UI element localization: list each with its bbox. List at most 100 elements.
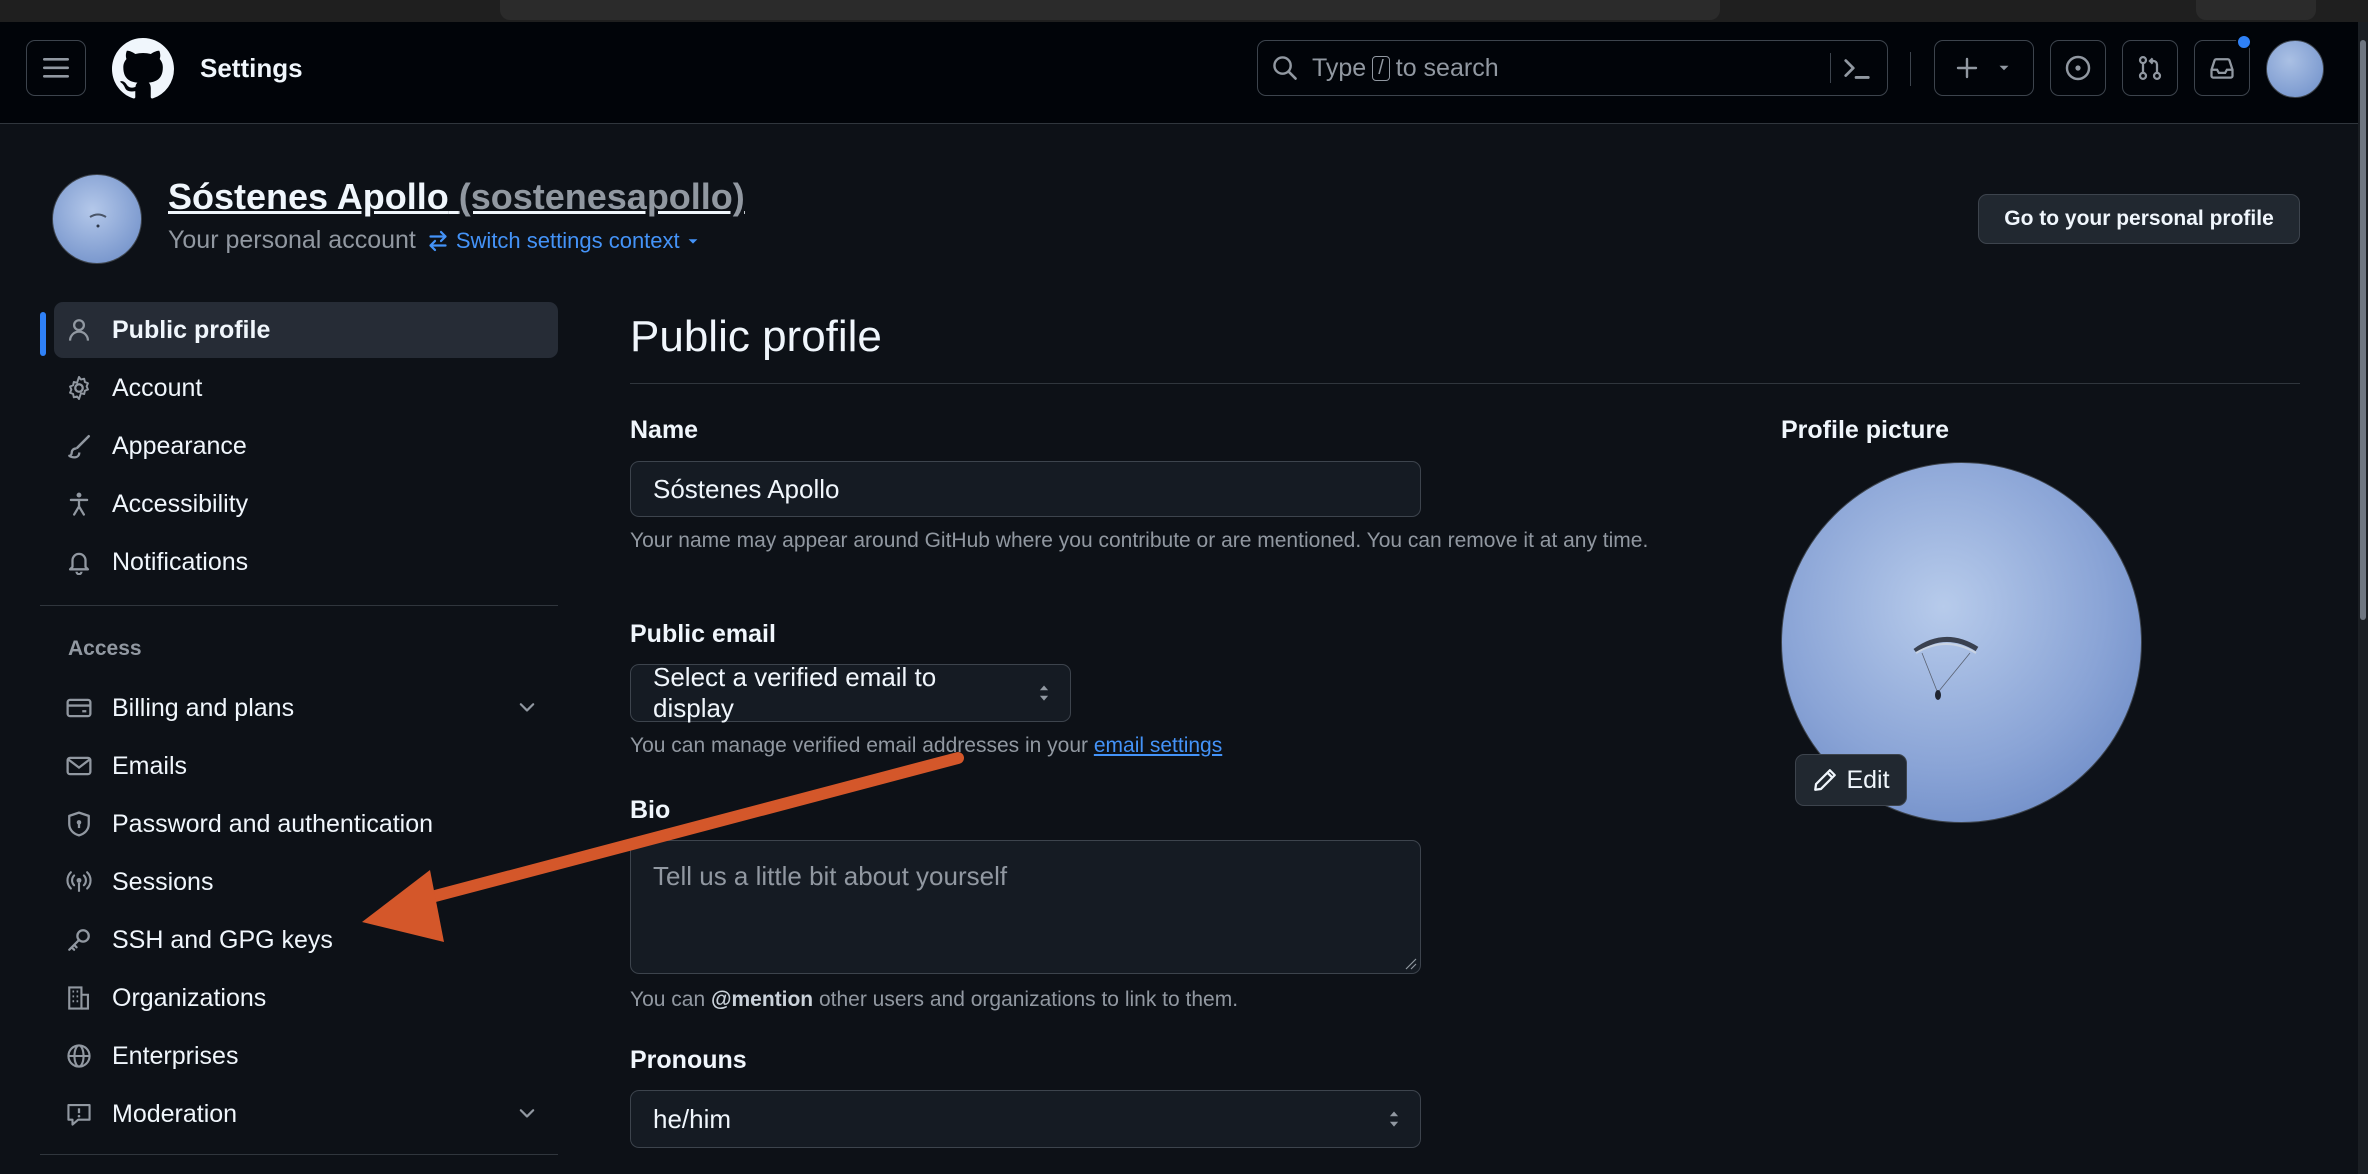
account-display-name: Sóstenes Apollo [168, 176, 449, 217]
search-input[interactable]: Type / to search [1257, 40, 1888, 96]
pronouns-select[interactable]: he/him [630, 1090, 1421, 1148]
name-label: Name [630, 416, 699, 444]
edit-picture-button[interactable]: Edit [1795, 754, 1907, 806]
bio-note-suffix: other users and organizations to link to… [818, 988, 1239, 1011]
gear-icon [69, 375, 89, 401]
public-email-selected: Select a verified email to display [653, 662, 937, 723]
pencil-icon [1814, 769, 1837, 791]
sidebar-item-label: Appearance [112, 431, 247, 460]
account-avatar [52, 174, 142, 264]
sidebar-item-appearance[interactable]: Appearance [54, 418, 558, 474]
search-shortcut-key: / [1372, 55, 1390, 81]
public-email-label: Public email [630, 620, 776, 648]
title-divider [630, 383, 2300, 384]
sidebar-item-label: Emails [112, 751, 188, 780]
bell-icon [68, 552, 90, 575]
sidebar-item-emails[interactable]: Emails [54, 738, 558, 794]
sidebar-item-public-profile[interactable]: Public profile [54, 302, 558, 358]
sidebar-item-notifications[interactable]: Notifications [54, 534, 558, 590]
unread-notification-dot [2236, 34, 2252, 50]
search-divider [1830, 53, 1831, 83]
name-field[interactable]: Sóstenes Apollo [630, 461, 1421, 517]
sidebar-item-label: Accessibility [112, 489, 249, 518]
browser-button[interactable] [2196, 0, 2316, 20]
email-settings-link[interactable]: email settings [1094, 734, 1222, 757]
profile-picture-label: Profile picture [1781, 416, 1950, 444]
report-icon [67, 1104, 91, 1126]
global-header: Settings Type / to search [0, 22, 2358, 124]
browser-toolbar [0, 0, 2368, 22]
chevron-down-icon [519, 1109, 535, 1118]
github-logo[interactable] [112, 38, 174, 100]
globe-icon [67, 1044, 91, 1068]
sidebar-divider [40, 1154, 558, 1155]
sidebar-item-label: Billing and plans [112, 693, 295, 722]
pull-requests-button[interactable] [2122, 40, 2178, 96]
bio-note-prefix: You can [630, 988, 706, 1011]
create-new-button[interactable] [1934, 40, 2034, 96]
git-pull-request-icon [2138, 56, 2162, 80]
person-icon [68, 319, 90, 341]
header-divider [1910, 52, 1911, 86]
sidebar-item-accessibility[interactable]: Accessibility [54, 476, 558, 532]
sidebar-item-label: Notifications [112, 547, 249, 576]
sidebar-divider [40, 605, 558, 606]
sidebar-item-billing[interactable]: Billing and plans [54, 680, 558, 736]
sidebar-item-label: Organizations [112, 983, 267, 1012]
menu-button[interactable] [26, 40, 86, 96]
pronouns-label: Pronouns [630, 1046, 747, 1074]
name-help-text: Your name may appear around GitHub where… [630, 529, 1649, 552]
account-handle: (sostenesapollo) [458, 176, 745, 217]
credit-card-icon [66, 698, 92, 718]
public-email-select[interactable]: Select a verified email to display [630, 662, 1071, 723]
pronouns-selected: he/him [653, 1103, 732, 1134]
sidebar-item-label: Account [112, 373, 203, 402]
sidebar-item-moderation[interactable]: Moderation [54, 1086, 558, 1142]
sidebar-item-password-authentication[interactable]: Password and authentication [54, 796, 558, 852]
go-to-profile-button[interactable]: Go to your personal profile [1978, 194, 2300, 244]
edit-label: Edit [1846, 765, 1890, 794]
plus-icon [1956, 57, 1978, 79]
organization-icon [68, 986, 89, 1010]
hamburger-icon [43, 58, 69, 78]
issues-button[interactable] [2050, 40, 2106, 96]
switch-context-button[interactable]: Switch settings context [426, 228, 700, 254]
triangle-down-icon [688, 238, 698, 244]
scrollbar-thumb[interactable] [2360, 40, 2366, 620]
mail-icon [66, 756, 92, 776]
inbox-icon [2210, 58, 2234, 79]
issue-opened-icon [2065, 55, 2091, 81]
switch-context-label: Switch settings context [455, 227, 680, 253]
sidebar-item-ssh-gpg-keys[interactable]: SSH and GPG keys [54, 912, 558, 968]
sidebar-item-organizations[interactable]: Organizations [54, 970, 558, 1026]
account-name-link[interactable]: Sóstenes Apollo (sostenesapollo) [168, 176, 745, 218]
sidebar-item-label: Sessions [112, 867, 214, 896]
user-avatar[interactable] [2266, 40, 2324, 98]
settings-sidebar: Public profile Account Appearance Access… [38, 302, 558, 1162]
browser-address-bar[interactable] [500, 0, 1720, 20]
resize-handle-icon[interactable] [1403, 956, 1417, 970]
search-icon [1273, 56, 1297, 80]
page-context-label[interactable]: Settings [200, 53, 303, 84]
bio-label: Bio [630, 796, 671, 824]
bio-textarea[interactable]: Tell us a little bit about yourself [630, 840, 1421, 974]
mention-text: @mention [710, 988, 814, 1011]
sidebar-item-sessions[interactable]: Sessions [54, 854, 558, 910]
sidebar-item-label: Moderation [112, 1099, 238, 1128]
sidebar-item-account[interactable]: Account [54, 360, 558, 416]
paintbrush-icon [68, 434, 91, 459]
sidebar-section-heading: Access [68, 637, 142, 660]
account-subtitle: Your personal account Switch settings co… [168, 226, 700, 255]
key-icon [68, 929, 90, 951]
command-palette-icon[interactable] [1842, 54, 1872, 84]
chevron-down-icon [519, 703, 535, 712]
select-arrows-icon [1389, 1111, 1399, 1127]
sidebar-item-label: Enterprises [112, 1041, 239, 1070]
accessibility-icon [69, 492, 89, 516]
page-title: Public profile [630, 312, 882, 361]
triangle-down-icon [1999, 65, 2009, 71]
public-email-help-text: You can manage verified email addresses … [630, 729, 1222, 762]
sidebar-item-enterprises[interactable]: Enterprises [54, 1028, 558, 1084]
arrow-switch-icon [429, 230, 447, 251]
account-type-label: Your personal account [168, 226, 416, 254]
